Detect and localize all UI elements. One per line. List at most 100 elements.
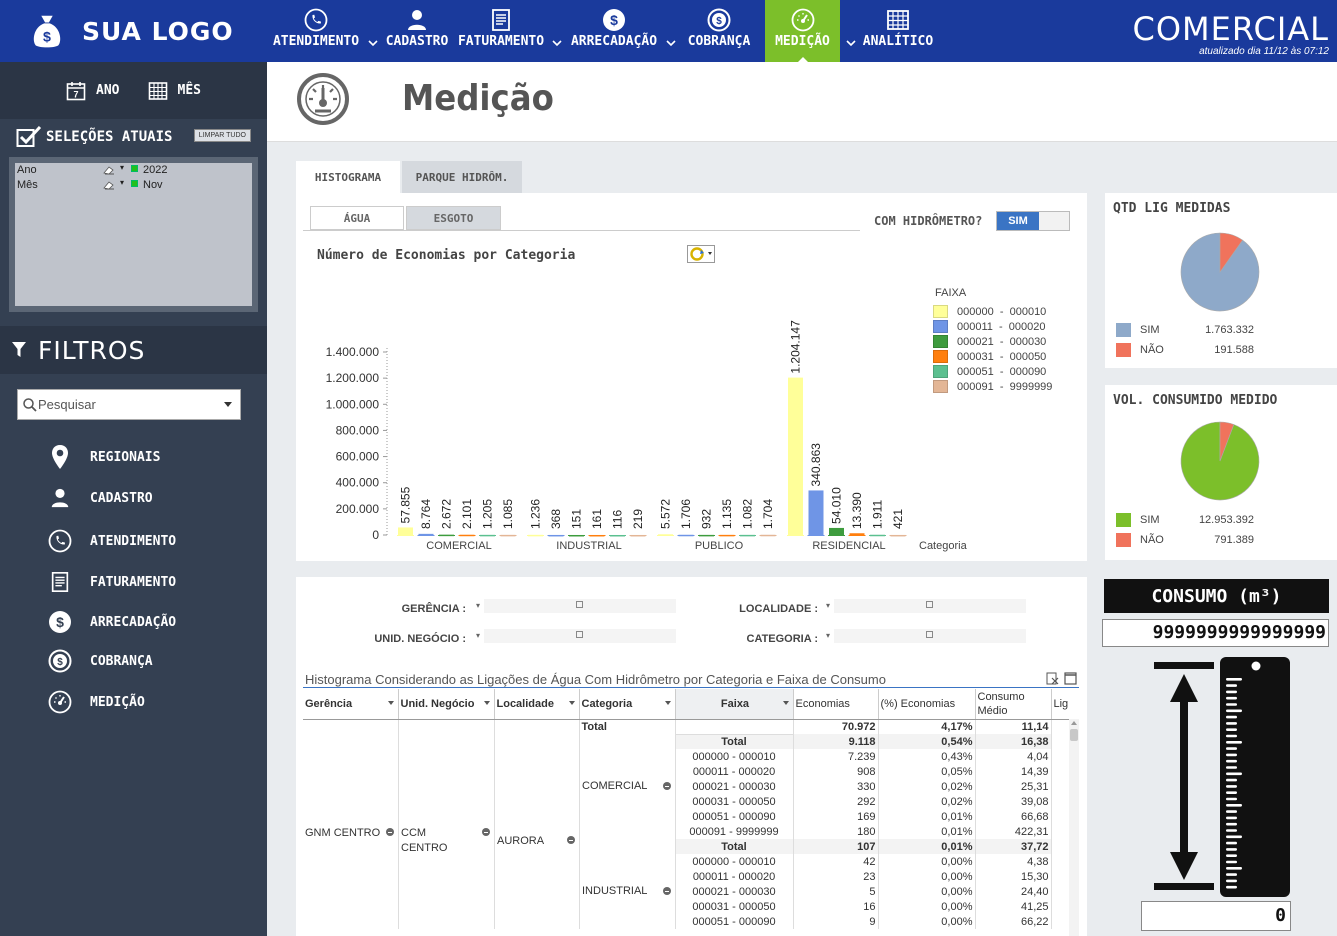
col-localidade[interactable]: Localidade (494, 689, 580, 720)
table-cell: 0,43% (878, 749, 976, 764)
col-economias[interactable]: Economias (793, 689, 879, 720)
chevron-down-icon[interactable] (546, 0, 568, 62)
table-cell: 39,08 (975, 794, 1052, 809)
collapse-icon[interactable] (567, 836, 575, 844)
nav-cobranca[interactable]: $ COBRANÇA (682, 0, 756, 62)
search-input[interactable]: Pesquisar (17, 389, 241, 420)
sort-caret-icon[interactable] (483, 701, 490, 705)
table-cell: Total (675, 839, 794, 854)
table-title: Histograma Considerando as Ligações de Á… (305, 672, 886, 687)
subtab-agua[interactable]: ÁGUA (310, 206, 404, 230)
legend-item[interactable]: 000021 - 000030 (933, 334, 1046, 349)
table-cell (579, 914, 676, 929)
month-button[interactable]: MÊS (148, 81, 201, 101)
scrollbar-thumb[interactable] (1070, 729, 1078, 741)
localidade-dropdown[interactable] (834, 599, 1026, 613)
tab-parque-hidrometros[interactable]: PARQUE HIDRÔM. (402, 161, 522, 193)
menu-medicao[interactable]: MEDIÇÃO (46, 687, 145, 717)
menu-faturamento[interactable]: FATURAMENTO (46, 567, 176, 597)
menu-cadastro[interactable]: CADASTRO (46, 483, 153, 513)
collapse-icon[interactable] (482, 828, 490, 836)
collapse-icon[interactable] (663, 782, 671, 790)
legend-value: 791.389 (1214, 534, 1254, 546)
col-gerencia[interactable]: Gerência (303, 689, 399, 720)
col-faixa[interactable]: Faixa (675, 689, 794, 720)
clear-all-button[interactable]: LIMPAR TUDO (193, 129, 251, 142)
legend-swatch (933, 350, 948, 363)
tab-histograma[interactable]: HISTOGRAMA (296, 161, 400, 193)
legend-item[interactable]: 000091 - 9999999 (933, 379, 1052, 394)
legend-item[interactable]: 000031 - 000050 (933, 349, 1046, 364)
unid-negocio-dropdown[interactable] (484, 629, 676, 643)
menu-arrecadacao[interactable]: $ ARRECADAÇÃO (46, 607, 176, 637)
menu-cobranca[interactable]: $ COBRANÇA (46, 646, 153, 676)
collapse-icon[interactable] (663, 887, 671, 895)
table-cell (1051, 839, 1072, 854)
dropdown-arrow-icon[interactable] (224, 402, 232, 407)
selection-row[interactable]: Ano ▾ 2022 (17, 163, 247, 178)
data-label: 161 (590, 509, 604, 529)
export-excel-icon[interactable] (1046, 672, 1060, 685)
scroll-up-icon[interactable] (1071, 721, 1077, 725)
checkbox[interactable] (926, 631, 933, 638)
menu-regionais[interactable]: REGIONAIS (46, 442, 160, 472)
table-cell: 16 (793, 899, 879, 914)
gerencia-dropdown[interactable] (484, 599, 676, 613)
col-categoria[interactable]: Categoria (579, 689, 676, 720)
table-cell (303, 764, 399, 779)
col-unid-negocio[interactable]: Unid. Negócio (398, 689, 495, 720)
dropdown-caret-icon[interactable]: ▾ (826, 601, 830, 610)
col-consumo-medio[interactable]: Consumo Médio (975, 689, 1052, 720)
nav-medicao[interactable]: MEDIÇÃO (765, 0, 840, 63)
dropdown-caret-icon[interactable]: ▾ (120, 163, 124, 172)
col-pct-economias[interactable]: (%) Economias (878, 689, 976, 720)
sort-caret-icon[interactable] (387, 701, 394, 705)
table-cell: 0,05% (878, 764, 976, 779)
checkbox[interactable] (576, 601, 583, 608)
legend-item[interactable]: 000011 - 000020 (933, 319, 1045, 334)
nav-analitico[interactable]: ANALÍTICO (862, 0, 934, 62)
chevron-down-icon[interactable] (840, 0, 862, 62)
maximize-icon[interactable] (1064, 672, 1077, 685)
table-scrollbar[interactable] (1069, 719, 1079, 936)
categoria-dropdown[interactable] (834, 629, 1026, 643)
table-cell (303, 719, 399, 734)
ruler-tick (1226, 804, 1242, 807)
eraser-icon[interactable] (103, 180, 115, 190)
table-cell (1051, 734, 1072, 749)
chevron-down-icon[interactable] (362, 0, 384, 62)
logo[interactable]: $ SUA LOGO (0, 0, 267, 62)
cycle-chart-icon[interactable] (687, 245, 715, 263)
dropdown-caret-icon[interactable]: ▾ (120, 178, 124, 187)
sort-caret-icon[interactable] (782, 701, 789, 705)
y-tick-label: 1.000.000 (326, 397, 380, 411)
nav-arrecadacao[interactable]: $ ARRECADAÇÃO (568, 0, 660, 62)
selection-row[interactable]: Mês ▾ Nov (17, 178, 247, 193)
ruler-tick (1226, 854, 1237, 857)
logo-text: SUA LOGO (82, 16, 234, 46)
legend-item[interactable]: 000051 - 000090 (933, 364, 1046, 379)
chevron-down-icon[interactable] (660, 0, 682, 62)
sort-caret-icon[interactable] (664, 701, 671, 705)
grid-icon (886, 8, 910, 32)
sort-caret-icon[interactable] (568, 701, 575, 705)
dropdown-caret-icon[interactable]: ▾ (476, 601, 480, 610)
checkbox[interactable] (576, 631, 583, 638)
nav-cadastro[interactable]: CADASTRO (384, 0, 450, 62)
subtab-esgoto[interactable]: ESGOTO (406, 206, 501, 230)
collapse-icon[interactable] (386, 828, 394, 836)
legend-item[interactable]: 000000 - 000010 (933, 304, 1046, 319)
nav-label: CADASTRO (385, 34, 449, 49)
checkbox[interactable] (926, 601, 933, 608)
table-cell: 0,02% (878, 779, 976, 794)
year-button[interactable]: 7 ANO (66, 81, 120, 101)
table-cell (398, 749, 495, 764)
nav-atendimento[interactable]: ATENDIMENTO (270, 0, 362, 62)
dropdown-caret-icon[interactable]: ▾ (826, 631, 830, 640)
hidrometro-toggle[interactable]: SIM (996, 211, 1070, 231)
menu-atendimento[interactable]: ATENDIMENTO (46, 526, 176, 556)
nav-faturamento[interactable]: FATURAMENTO (456, 0, 546, 62)
col-lig[interactable]: Lig (1051, 689, 1071, 720)
eraser-icon[interactable] (103, 165, 115, 175)
dropdown-caret-icon[interactable]: ▾ (476, 631, 480, 640)
